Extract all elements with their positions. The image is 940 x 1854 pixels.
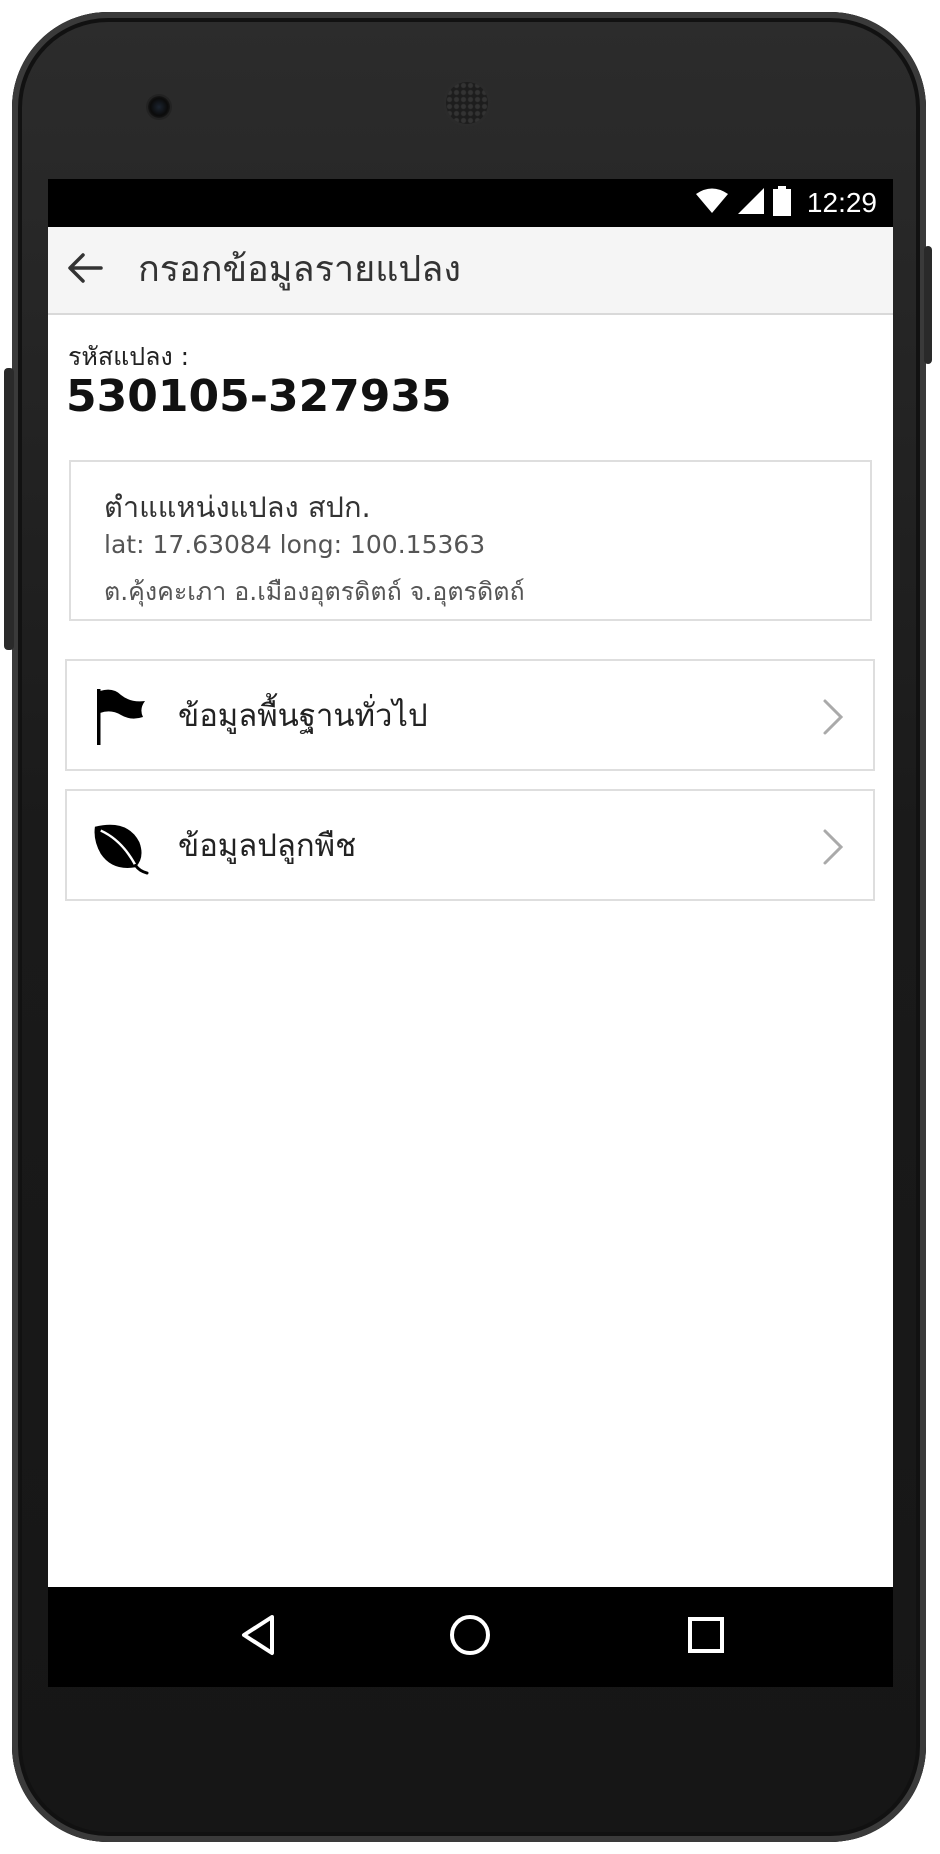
power-button [924, 246, 932, 364]
flag-icon [93, 687, 149, 747]
nav-recents-icon [686, 1615, 726, 1659]
volume-button [4, 368, 14, 650]
screen: 12:29 กรอกข้อมูลรายแปลง รหัสแปลง : 53010… [48, 179, 893, 1687]
location-coordinates: lat: 17.63084 long: 100.15363 [104, 530, 486, 559]
plot-code-value: 530105-327935 [66, 371, 452, 422]
cell-signal-icon [737, 187, 765, 219]
nav-back-button[interactable] [232, 1611, 284, 1663]
nav-home-icon [448, 1613, 492, 1661]
page-title: กรอกข้อมูลรายแปลง [138, 249, 461, 290]
menu-item-general-info[interactable]: ข้อมูลพื้นฐานทั่วไป [65, 659, 875, 771]
back-button[interactable] [60, 245, 110, 295]
menu-item-label: ข้อมูลปลูกพืช [178, 828, 357, 864]
front-camera [148, 96, 170, 118]
nav-home-button[interactable] [444, 1611, 496, 1663]
wifi-icon [695, 188, 729, 218]
battery-icon [772, 186, 791, 220]
earpiece-speaker [446, 82, 488, 124]
status-icons: 12:29 [695, 185, 877, 221]
chevron-right-icon [821, 827, 845, 867]
location-card: ตำแแหน่งแปลง สปก. lat: 17.63084 long: 10… [69, 460, 872, 621]
leaf-icon [93, 817, 149, 877]
status-bar: 12:29 [48, 179, 893, 227]
menu-item-crop-info[interactable]: ข้อมูลปลูกพืช [65, 789, 875, 901]
menu-item-label: ข้อมูลพื้นฐานทั่วไป [178, 698, 428, 734]
nav-recents-button[interactable] [680, 1611, 732, 1663]
chevron-right-icon [821, 697, 845, 737]
arrow-left-icon [67, 252, 103, 288]
nav-back-icon [238, 1613, 278, 1661]
location-title: ตำแแหน่งแปลง สปก. [104, 490, 371, 524]
status-time: 12:29 [806, 187, 877, 218]
navigation-bar [48, 1587, 893, 1687]
location-address: ต.คุ้งคะเภา อ.เมืองอุตรดิตถ์ จ.อุตรดิตถ์ [104, 577, 525, 606]
app-bar: กรอกข้อมูลรายแปลง [48, 227, 893, 315]
